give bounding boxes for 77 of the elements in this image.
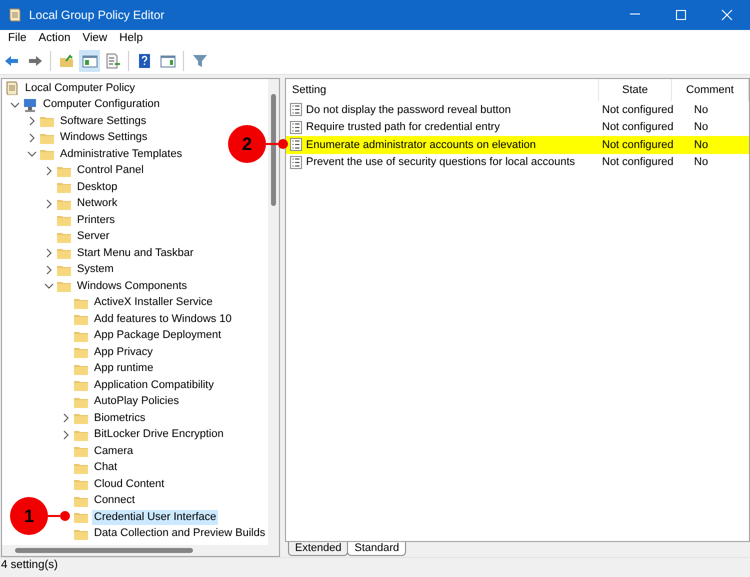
folder-icon (73, 444, 89, 458)
tab[interactable]: Extended (288, 542, 348, 556)
tree-item[interactable]: App Privacy (92, 344, 155, 360)
tree-item[interactable]: Software Settings (58, 114, 148, 129)
tree-item[interactable]: Desktop (75, 180, 120, 195)
scrollbar-thumb[interactable] (15, 548, 193, 553)
tree-item[interactable]: Cloud Content (92, 476, 166, 492)
table-cell-text: Not configured (601, 120, 672, 135)
horizontal-scrollbar[interactable] (2, 545, 279, 556)
scrollbar-thumb[interactable] (271, 94, 276, 206)
tree-item[interactable]: Printers (75, 212, 117, 228)
folder-icon (56, 246, 72, 260)
setting-name[interactable]: Enumerate administrator accounts on elevation (306, 136, 536, 153)
tree-item[interactable]: Chat (92, 460, 120, 476)
tree-item[interactable]: BitLocker Drive Encryption (92, 427, 226, 442)
column-header[interactable]: State (599, 79, 672, 101)
setting-name[interactable]: Prevent the use of security questions for local accounts (306, 154, 576, 170)
tree-item[interactable]: App Package Deployment (92, 328, 224, 344)
table-cell-text: Not configured (601, 155, 672, 170)
tree-item[interactable]: Data Collection and Preview Builds (92, 526, 268, 542)
tree-item[interactable]: System (75, 262, 116, 278)
folder-icon (73, 477, 89, 492)
folder-icon (56, 213, 72, 228)
window-title: Local Group Policy Editor (29, 7, 164, 24)
table-cell-text: No (693, 155, 710, 170)
setting-icon (290, 156, 302, 169)
menu-item[interactable]: File (2, 30, 33, 48)
close-icon[interactable] (721, 9, 733, 21)
setting-icon (290, 120, 302, 134)
setting-name[interactable]: Require trusted path for credential entry (306, 119, 500, 136)
setting-name[interactable]: Do not display the password reveal button (306, 102, 511, 118)
status-text: 4 setting(s) (1, 558, 58, 574)
tree-item[interactable]: Windows Components (75, 278, 190, 294)
table-cell-text: No (693, 120, 710, 135)
menu-item[interactable]: Action (32, 30, 76, 48)
tree-item[interactable]: Server (75, 229, 112, 244)
column-header[interactable]: Comment (672, 79, 749, 101)
computer-icon (22, 98, 38, 112)
maximize-icon[interactable] (675, 9, 687, 21)
folder-icon (73, 345, 89, 360)
tree-item[interactable]: Application Compatibility (92, 378, 216, 393)
setting-icon (290, 138, 302, 152)
tree-item[interactable]: Computer Configuration (41, 97, 162, 112)
table-cell-text: Not configured (601, 138, 672, 152)
menu-item[interactable]: View (76, 30, 114, 48)
folder-icon (73, 312, 89, 326)
tree-item[interactable]: Start Menu and Taskbar (75, 246, 196, 261)
column-header[interactable]: Setting (286, 79, 599, 101)
folder-icon (56, 279, 72, 294)
table-cell-text: No (693, 138, 710, 152)
tree-item[interactable]: Local Computer Policy (23, 80, 138, 96)
tree-item[interactable]: App runtime (92, 361, 156, 376)
tree-item[interactable]: Add features to Windows 10 (92, 312, 234, 327)
folder-icon (39, 147, 55, 162)
tree-item[interactable]: Network (75, 196, 120, 212)
folder-icon (73, 378, 89, 392)
tree-item[interactable]: Credential User Interface (92, 510, 218, 525)
tree-item[interactable]: Administrative Templates (58, 146, 184, 162)
table-cell-text: Not configured (601, 102, 672, 118)
vertical-scrollbar[interactable] (268, 79, 279, 545)
table-cell-text: No (693, 102, 710, 118)
folder-icon (73, 510, 89, 524)
tab[interactable]: Standard (347, 542, 406, 556)
app-icon (7, 7, 23, 23)
policy-icon (4, 81, 20, 96)
tree-item[interactable]: Control Panel (75, 163, 146, 178)
setting-icon (290, 103, 302, 116)
menu-item[interactable]: Help (113, 30, 149, 48)
tree-item[interactable]: Connect (92, 493, 137, 508)
tree-item[interactable]: Biometrics (92, 410, 148, 426)
folder-icon (39, 114, 55, 128)
tree-item[interactable]: Camera (92, 444, 136, 459)
tree-item[interactable]: AutoPlay Policies (92, 394, 181, 410)
folder-icon (73, 411, 89, 426)
tree-item[interactable]: Windows Settings (58, 130, 150, 146)
folder-icon (56, 180, 72, 194)
tree-item[interactable]: ActiveX Installer Service (92, 295, 215, 310)
